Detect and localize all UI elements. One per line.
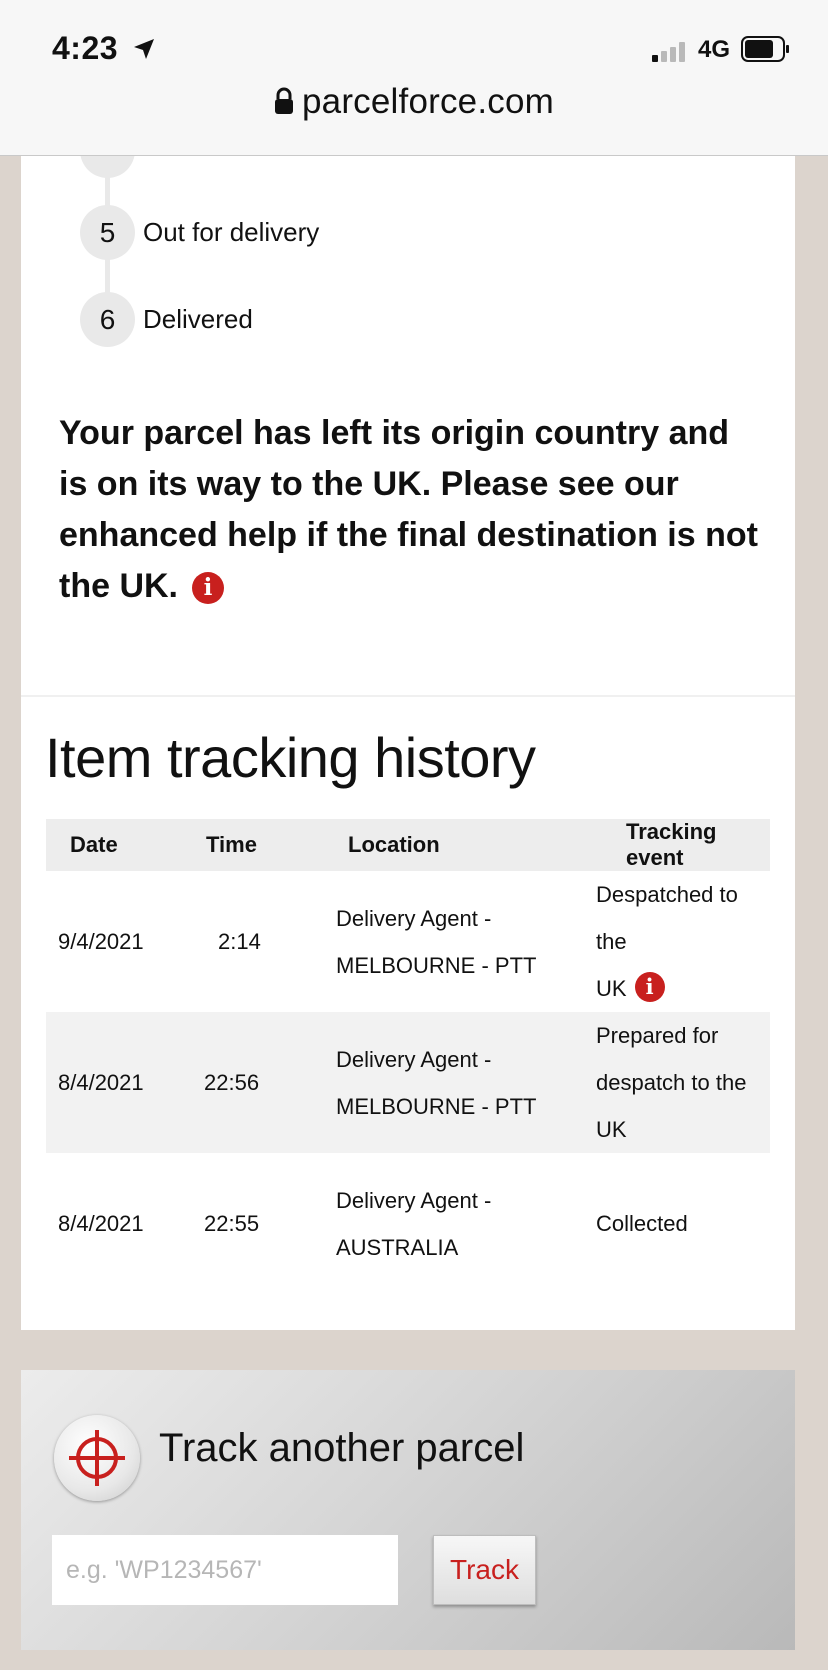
table-row: 8/4/2021 22:55 Delivery Agent - AUSTRALI… (46, 1153, 770, 1294)
location-line: Delivery Agent - (336, 905, 492, 931)
cell-location: Delivery Agent - AUSTRALIA (336, 1153, 596, 1294)
step-number: 5 (80, 205, 135, 260)
cell-time: 22:56 (190, 1012, 336, 1153)
cell-event: Despatched to the UK i (596, 871, 770, 1012)
network-type: 4G (698, 36, 731, 63)
info-icon[interactable]: i (634, 972, 665, 1002)
cell-time: 2:14 (218, 929, 261, 954)
cell-date: 8/4/2021 (46, 1012, 190, 1153)
browser-status-bar: 4:23 4G parcelforce.com (0, 0, 828, 156)
status-notice: Your parcel has left its origin country … (59, 408, 759, 612)
section-divider (21, 695, 795, 697)
cell-time: 22:55 (204, 1211, 260, 1236)
event-line: despatch to the UK (596, 1070, 747, 1142)
table-header-row: Date Time Location Tracking event (46, 819, 770, 871)
address-bar[interactable]: parcelforce.com (0, 82, 828, 122)
cell-date: 9/4/2021 (58, 929, 144, 954)
clock: 4:23 (52, 30, 119, 66)
cell-event: Collected (596, 1153, 770, 1294)
column-header-location: Location (336, 819, 596, 871)
cell-location: Delivery Agent - MELBOURNE - PTT (336, 1012, 596, 1153)
cell-location: Delivery Agent - MELBOURNE - PTT (336, 871, 596, 1012)
location-line: Delivery Agent - (336, 1187, 492, 1213)
event-line: UK (596, 976, 627, 1001)
event-line: Prepared for (596, 1023, 719, 1048)
cellular-signal-icon (652, 40, 690, 62)
cell-date: 8/4/2021 (58, 1211, 144, 1236)
step-label: Out for delivery (143, 217, 320, 247)
step-number: 6 (80, 292, 135, 347)
event-line: Collected (596, 1211, 688, 1236)
track-button[interactable]: Track (433, 1535, 536, 1605)
progress-steps: 5 Out for delivery 6 Delivered (21, 123, 795, 360)
info-icon[interactable]: i (192, 572, 224, 604)
lock-icon (275, 87, 293, 114)
location-line: MELBOURNE - PTT (336, 1093, 537, 1119)
location-arrow-icon (134, 39, 154, 59)
battery-icon (741, 36, 789, 62)
step-label: Delivered (143, 304, 253, 334)
track-another-title: Track another parcel (159, 1426, 525, 1470)
track-another-panel: Track another parcel Track (21, 1370, 795, 1650)
location-line: Delivery Agent - (336, 1046, 492, 1072)
notice-text: Your parcel has left its origin country … (59, 414, 758, 605)
column-header-date: Date (46, 819, 190, 871)
table-row: 8/4/2021 22:56 Delivery Agent - MELBOURN… (46, 1012, 770, 1153)
event-line: Despatched to the (596, 882, 738, 954)
url-text: parcelforce.com (302, 82, 554, 121)
column-header-event: Tracking event (596, 819, 770, 871)
history-title: Item tracking history (45, 726, 536, 789)
location-line: AUSTRALIA (336, 1234, 459, 1260)
tracking-number-input[interactable] (52, 1535, 398, 1605)
crosshair-icon (54, 1415, 140, 1501)
tracking-history-table: Date Time Location Tracking event 9/4/20… (46, 819, 770, 1294)
tracking-card: 5 Out for delivery 6 Delivered Your parc… (21, 123, 795, 1330)
table-row: 9/4/2021 2:14 Delivery Agent - MELBOURNE… (46, 871, 770, 1012)
cell-event: Prepared for despatch to the UK (596, 1012, 770, 1153)
location-line: MELBOURNE - PTT (336, 952, 537, 978)
column-header-time: Time (190, 819, 336, 871)
